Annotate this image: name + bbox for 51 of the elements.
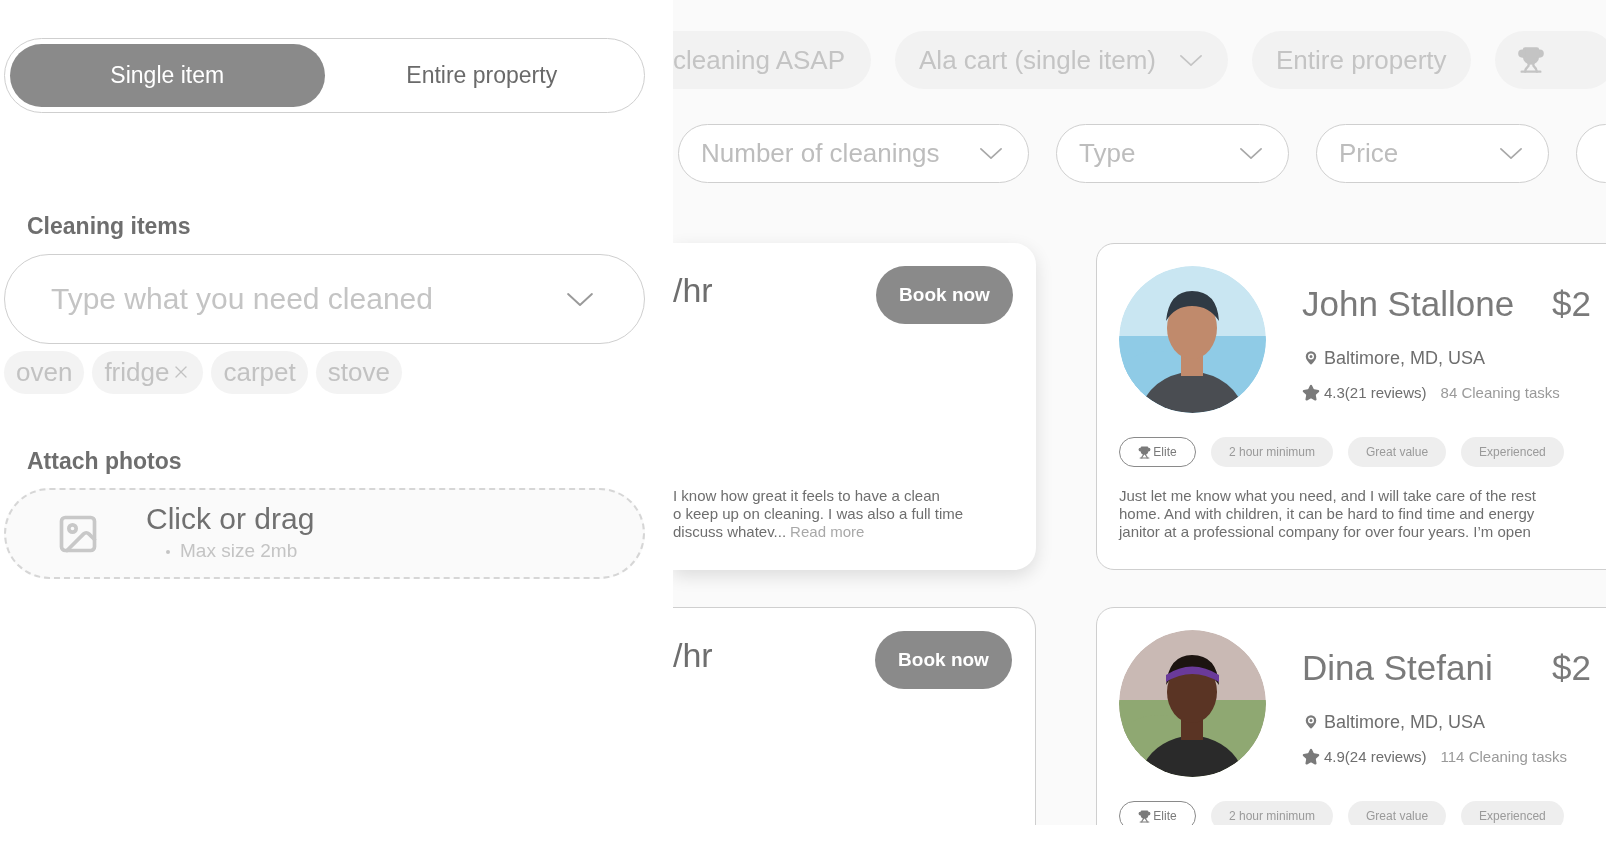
cleaner-tasks: 114 Cleaning tasks: [1440, 746, 1567, 767]
cleaner-price: $2: [1552, 647, 1591, 689]
cleaner-price: $2: [1552, 283, 1591, 325]
section-label: Cleaning items: [27, 212, 192, 241]
dropzone-title: Click or drag: [146, 501, 315, 538]
scope-tab[interactable]: Entire property: [324, 44, 639, 107]
bio-line: home. And with children, it can be hard to find time and energy: [1119, 505, 1536, 523]
award-filter-chip[interactable]: [1494, 31, 1606, 89]
cleaner-name: Dina Stefani: [1302, 647, 1494, 689]
location-pin-icon: [1302, 349, 1320, 367]
description-line: o keep up on cleaning. I was also a full time: [673, 505, 964, 523]
section-label: Attach photos: [27, 446, 183, 476]
bio-line: Just let me know what you need, and I will take care of the rest: [1119, 487, 1537, 505]
trophy-icon: [1138, 809, 1152, 823]
feature-tag: Great value: [1348, 801, 1447, 825]
feature-tag: Experienced: [1461, 801, 1564, 825]
feature-tag: 2 hour minimum: [1211, 801, 1334, 825]
cleaner-location: Baltimore, MD, USA: [1324, 710, 1486, 734]
cleaner-rating: 4.9(24 reviews): [1324, 746, 1427, 767]
cleaner-tasks: 84 Cleaning tasks: [1440, 382, 1560, 403]
location-pin-icon: [1302, 713, 1320, 731]
chevron-down-icon: [567, 292, 593, 306]
trophy-icon: [1138, 445, 1152, 459]
filter-dropdown[interactable]: Price: [1316, 124, 1549, 183]
badge-label: Elite: [1153, 444, 1177, 461]
chevron-down-icon: [1180, 54, 1202, 66]
filter-dropdown[interactable]: Type: [1056, 124, 1289, 183]
cleaner-location: Baltimore, MD, USA: [1324, 346, 1486, 370]
scope-tab[interactable]: Single item: [10, 44, 325, 107]
cleaning-items-field[interactable]: Type what you need cleaned: [4, 253, 645, 344]
description-line: discuss whatev...: [673, 523, 787, 541]
book-now-button[interactable]: Book now: [875, 631, 1012, 689]
badge-label: Elite: [1153, 808, 1177, 825]
chevron-down-icon: [1500, 148, 1522, 159]
chevron-down-icon: [1240, 148, 1262, 159]
hourly-rate: /hr: [673, 270, 713, 310]
description-line: I know how great it feels to have a clean: [673, 487, 940, 505]
chevron-down-icon: [980, 148, 1002, 159]
hourly-rate: /hr: [673, 635, 713, 675]
star-icon: [1302, 747, 1320, 766]
read-more-link[interactable]: Read more: [790, 523, 865, 541]
bio-line: janitor at a professional company for over four years. I’m open: [1119, 523, 1532, 541]
book-now-button[interactable]: Book now: [876, 266, 1013, 324]
cleaner-rating: 4.3(21 reviews): [1324, 382, 1427, 403]
feature-tag: Experienced: [1461, 437, 1564, 467]
cleaner-name: John Stallone: [1302, 283, 1516, 325]
feature-tag: Great value: [1348, 437, 1447, 467]
filter-dropdown[interactable]: Number of cleanings: [678, 124, 1029, 183]
feature-tag: 2 hour minimum: [1211, 437, 1334, 467]
star-icon: [1302, 383, 1320, 402]
trophy-icon: [1516, 46, 1545, 74]
